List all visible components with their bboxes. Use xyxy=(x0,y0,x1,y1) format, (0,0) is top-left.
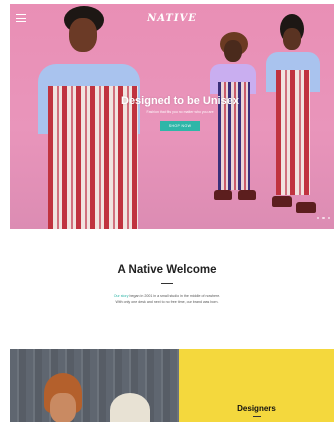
feature-image-tile[interactable] xyxy=(10,349,179,422)
designers-tile[interactable]: Designers xyxy=(179,349,334,422)
hero-banner: NATIVE Designed to be Unisex Fashion tha… xyxy=(10,4,334,229)
hero-title: Designed to be Unisex xyxy=(121,95,239,107)
welcome-section: A Native Welcome Our story began in 2001… xyxy=(0,229,334,349)
welcome-text-rest: began in 2001 in a small studio in the m… xyxy=(128,294,221,298)
welcome-text-line: With only one desk and next to no free t… xyxy=(115,300,219,304)
slider-dot[interactable] xyxy=(316,216,319,219)
designers-divider xyxy=(253,416,261,417)
designers-heading: Designers xyxy=(237,404,276,413)
slider-dot[interactable] xyxy=(327,216,330,219)
welcome-text-line: Our story began in 2001 in a small studi… xyxy=(60,294,274,298)
welcome-title: A Native Welcome xyxy=(117,264,217,276)
hero-model-right xyxy=(262,14,324,219)
shop-now-button[interactable]: SHOP NOW xyxy=(159,121,201,131)
hero-text-block: Designed to be Unisex Fashion that fits … xyxy=(100,95,260,132)
page: NATIVE Designed to be Unisex Fashion tha… xyxy=(0,0,334,422)
slider-dot[interactable] xyxy=(322,216,325,219)
hero-subtitle: Fashion that fits you no matter who you … xyxy=(146,110,214,114)
slider-dots xyxy=(316,216,330,219)
our-story-link[interactable]: Our story xyxy=(114,294,129,298)
title-divider xyxy=(161,283,173,284)
